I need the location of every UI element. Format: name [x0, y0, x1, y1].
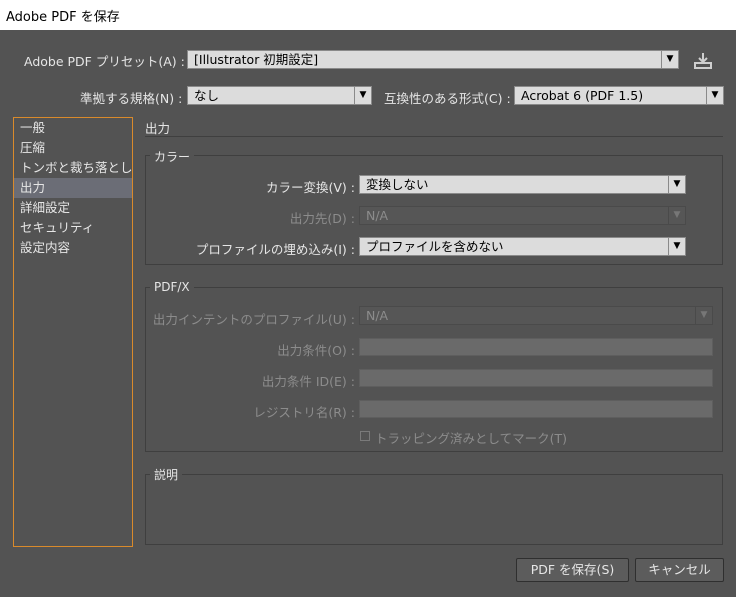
- section-title: 出力: [145, 121, 171, 136]
- registry-name-field[interactable]: [359, 400, 713, 418]
- profile-inclusion-dropdown[interactable]: プロファイルを含めない ▼: [359, 237, 686, 256]
- destination-dropdown[interactable]: N/A ▼: [359, 206, 686, 225]
- color-conversion-value: 変換しない: [366, 177, 429, 192]
- sidebar-item-general[interactable]: 一般: [14, 118, 132, 138]
- sidebar-item-compression[interactable]: 圧縮: [14, 138, 132, 158]
- compat-dropdown[interactable]: Acrobat 6 (PDF 1.5) ▼: [514, 86, 724, 105]
- profile-inclusion-label: プロファイルの埋め込み(I) :: [195, 242, 355, 257]
- destination-value: N/A: [366, 208, 389, 223]
- standard-label: 準拠する規格(N) :: [80, 91, 183, 106]
- save-pdf-button[interactable]: PDF を保存(S): [516, 558, 629, 582]
- chevron-down-icon: ▼: [661, 51, 678, 68]
- sidebar-item-security[interactable]: セキュリティ: [14, 218, 132, 238]
- compat-value: Acrobat 6 (PDF 1.5): [521, 88, 644, 103]
- output-condition-label: 出力条件(O) :: [277, 343, 355, 358]
- chevron-down-icon: ▼: [706, 87, 723, 104]
- category-list: 一般 圧縮 トンボと裁ち落とし 出力 詳細設定 セキュリティ 設定内容: [13, 117, 133, 547]
- chevron-down-icon: ▼: [695, 307, 712, 324]
- sidebar-item-summary[interactable]: 設定内容: [14, 238, 132, 258]
- chevron-down-icon: ▼: [668, 207, 685, 224]
- save-preset-icon[interactable]: [692, 51, 714, 71]
- destination-label: 出力先(D) :: [289, 211, 355, 226]
- standard-dropdown[interactable]: なし ▼: [187, 86, 372, 105]
- cancel-button[interactable]: キャンセル: [635, 558, 724, 582]
- chevron-down-icon: ▼: [668, 238, 685, 255]
- sidebar-item-output[interactable]: 出力: [14, 178, 132, 198]
- description-title: 説明: [150, 466, 183, 483]
- section-divider: [145, 136, 723, 137]
- chevron-down-icon: ▼: [354, 87, 371, 104]
- standard-value: なし: [194, 88, 220, 103]
- output-condition-field[interactable]: [359, 338, 713, 356]
- output-intent-dropdown[interactable]: N/A ▼: [359, 306, 713, 325]
- profile-inclusion-value: プロファイルを含めない: [366, 239, 504, 254]
- sidebar-item-advanced[interactable]: 詳細設定: [14, 198, 132, 218]
- trapped-checkbox[interactable]: [360, 431, 370, 441]
- chevron-down-icon: ▼: [668, 176, 685, 193]
- sidebar-item-marks-bleeds[interactable]: トンボと裁ち落とし: [14, 158, 132, 178]
- pdfx-group-title: PDF/X: [150, 280, 194, 294]
- trapped-label: トラッピング済みとしてマーク(T): [375, 431, 568, 446]
- color-conversion-dropdown[interactable]: 変換しない ▼: [359, 175, 686, 194]
- output-condition-id-field[interactable]: [359, 369, 713, 387]
- output-intent-label: 出力インテントのプロファイル(U) :: [152, 312, 355, 327]
- description-box: [145, 474, 723, 545]
- preset-dropdown[interactable]: [Illustrator 初期設定] ▼: [187, 50, 679, 69]
- window-title: Adobe PDF を保存: [0, 0, 736, 30]
- compat-label: 互換性のある形式(C) :: [384, 91, 511, 106]
- output-condition-id-label: 出力条件 ID(E) :: [261, 374, 355, 389]
- registry-name-label: レジストリ名(R) :: [253, 405, 355, 420]
- color-conversion-label: カラー変換(V) :: [266, 180, 355, 195]
- preset-label: Adobe PDF プリセット(A) :: [24, 54, 185, 69]
- color-group-title: カラー: [150, 148, 195, 165]
- output-intent-value: N/A: [366, 308, 389, 323]
- preset-value: [Illustrator 初期設定]: [194, 52, 319, 67]
